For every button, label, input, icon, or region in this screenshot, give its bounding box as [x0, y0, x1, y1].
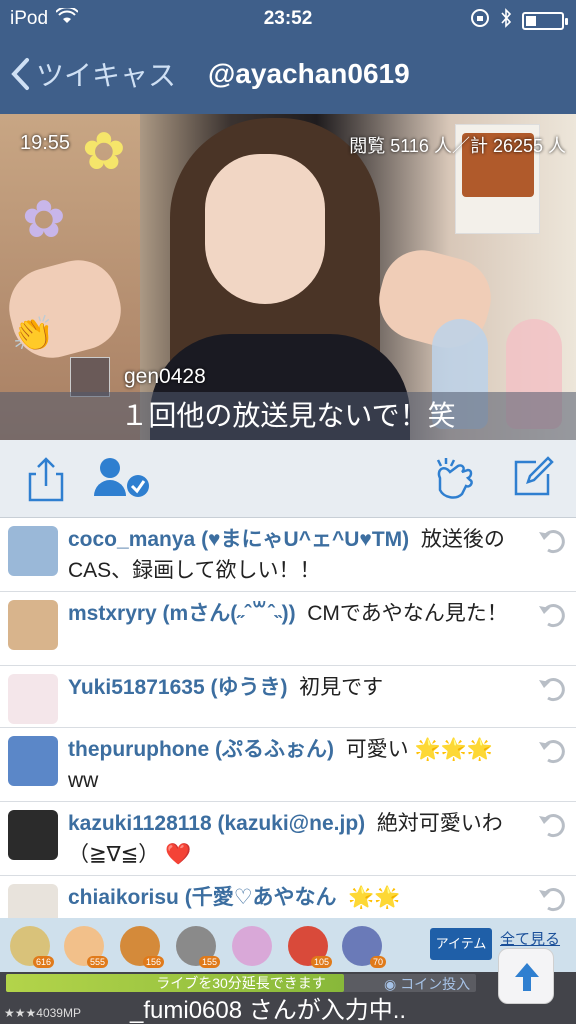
item-count: 555 [86, 956, 108, 968]
item-count: 155 [198, 956, 220, 968]
avatar [8, 600, 58, 650]
comment-row: coco_manya (♥まにゃU^ェ^U♥TM) 放送後のCAS、録画して欲し… [0, 518, 576, 592]
page-title: @ayachan0619 [208, 58, 410, 89]
comment-row: thepuruphone (ぷるふぉん) 可愛い 🌟🌟🌟 ww [0, 728, 576, 802]
clap-icon [436, 458, 473, 499]
reply-icon[interactable] [536, 600, 566, 630]
share-button[interactable] [26, 456, 72, 502]
comment-username[interactable]: mstxryry (mさん(˶ˆ꒳ˆ˵)) [68, 602, 296, 625]
avatar [8, 884, 58, 918]
bluetooth-icon [500, 8, 512, 34]
comment-row: chiaikorisu (千愛♡あやなん 🌟🌟 [0, 876, 576, 918]
broadcaster-face [205, 154, 325, 304]
comment-text: mstxryry (mさん(˶ˆ꒳ˆ˵)) CMであやなん見た！ [68, 598, 520, 629]
follow-user-icon [94, 458, 149, 497]
comment-username[interactable]: coco_manya (♥まにゃU^ェ^U♥TM) [68, 528, 409, 551]
comment-row: mstxryry (mさん(˶ˆ꒳ˆ˵)) CMであやなん見た！ [0, 592, 576, 666]
coin-button-label: コイン投入 [400, 976, 471, 992]
reply-icon[interactable] [536, 674, 566, 704]
overlay-comment: １回他の放送見ないで！笑 [0, 392, 576, 440]
mp-counter: ★★★4039MP [4, 1006, 81, 1020]
follow-button[interactable] [94, 456, 152, 502]
comment-username[interactable]: thepuruphone (ぷるふぉん) [68, 738, 334, 761]
back-label: ツイキャス [36, 60, 177, 91]
item-cracker-icon[interactable]: 156 [120, 926, 164, 968]
comment-text: Yuki51871635 (ゆうき) 初見です [68, 672, 520, 703]
comment-username[interactable]: Yuki51871635 (ゆうき) [68, 676, 287, 699]
comment-row: Yuki51871635 (ゆうき) 初見です [0, 666, 576, 728]
comment-username[interactable]: chiaikorisu (千愛♡あやなん [68, 886, 337, 909]
avatar [8, 736, 58, 786]
battery-icon [522, 12, 568, 30]
avatar [70, 357, 110, 397]
bottom-bar: ライブを30分延長できます ◉ コイン投入 ★★★4039MP _fumi060… [0, 948, 576, 1024]
typing-indicator: _fumi0608 さんが入力中.. [130, 997, 407, 1024]
reply-icon[interactable] [536, 526, 566, 556]
avatar [8, 526, 58, 576]
clap-icon: 👏 [12, 315, 55, 353]
flower-decoration: ✿ [22, 191, 66, 249]
item-count: 156 [142, 956, 164, 968]
item-button[interactable]: アイテム [430, 928, 492, 960]
share-icon [28, 457, 64, 502]
comment-text: kazuki1128118 (kazuki@ne.jp) 絶対可愛いわ（≧∇≦）… [68, 808, 520, 870]
rotation-lock-icon [470, 8, 490, 34]
comment-text: coco_manya (♥まにゃU^ェ^U♥TM) 放送後のCAS、録画して欲し… [68, 524, 520, 586]
nav-bar: ツイキャス @ayachan0619 [0, 38, 576, 114]
comment-text: thepuruphone (ぷるふぉん) 可愛い 🌟🌟🌟 ww [68, 734, 520, 796]
battery-level [526, 16, 536, 26]
chevron-left-icon [11, 58, 29, 90]
flower-decoration: ✿ [82, 123, 126, 181]
item-count: 70 [369, 956, 386, 968]
item-count: 616 [32, 956, 54, 968]
overlay-username: gen0428 [124, 365, 206, 388]
comment-body: 初見です [299, 676, 384, 699]
compose-icon [514, 456, 554, 496]
reply-icon[interactable] [536, 736, 566, 766]
comment-body: CMであやなん見た！ [307, 602, 508, 625]
action-toolbar [0, 440, 576, 518]
item-firework-icon[interactable]: 70 [342, 926, 386, 968]
comment-list[interactable]: coco_manya (♥まにゃU^ェ^U♥TM) 放送後のCAS、録画して欲し… [0, 518, 576, 918]
status-bar: iPod 23:52 [0, 0, 576, 38]
reply-icon[interactable] [536, 884, 566, 914]
see-all-link[interactable]: 全て見る [500, 928, 560, 949]
item-clap-icon[interactable]: 555 [64, 926, 108, 968]
mp-value: 4039MP [36, 1006, 81, 1020]
elapsed-time: 19:55 [20, 132, 71, 154]
comment-body: 🌟🌟 [348, 886, 401, 909]
item-tea-icon[interactable]: 616 [10, 926, 54, 968]
back-button[interactable]: ツイキャス [10, 54, 176, 94]
avatar [8, 810, 58, 860]
viewer-stats: 閲覧 5116 人／計 26255 人 [349, 136, 566, 156]
comment-text: chiaikorisu (千愛♡あやなん 🌟🌟 [68, 882, 520, 913]
item-bar: 616 555 156 155 105 70 アイテム 全て見る [0, 918, 576, 972]
item-cake-icon[interactable]: 105 [288, 926, 332, 968]
clap-button[interactable] [432, 456, 478, 502]
avatar [8, 674, 58, 724]
item-count: 105 [310, 956, 332, 968]
item-bear-icon[interactable] [232, 926, 272, 966]
reply-icon[interactable] [536, 810, 566, 840]
overlay-commenter: gen0428 [70, 357, 206, 397]
live-video[interactable]: ✿ ✿ 19:55 閲覧 5116 人／計 26255 人 👏 gen0428 … [0, 114, 576, 440]
comment-username[interactable]: kazuki1128118 (kazuki@ne.jp) [68, 812, 365, 835]
item-coin-icon[interactable]: 155 [176, 926, 220, 968]
comment-row: kazuki1128118 (kazuki@ne.jp) 絶対可愛いわ（≧∇≦）… [0, 802, 576, 876]
arrow-up-icon [515, 963, 539, 991]
scroll-top-button[interactable] [498, 948, 554, 1004]
compose-button[interactable] [512, 456, 558, 502]
